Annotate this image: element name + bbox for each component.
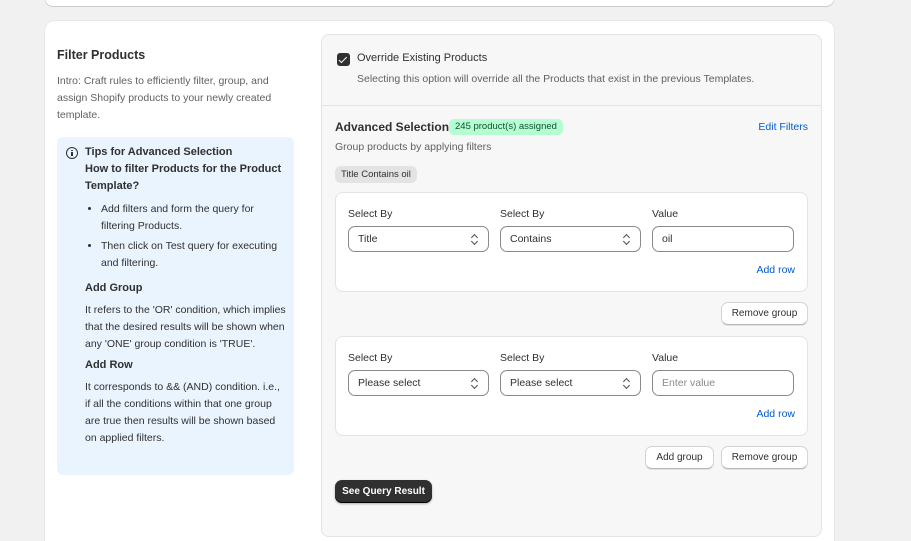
tips-list-item: Add filters and form the query for filte… (101, 201, 286, 235)
field-select[interactable]: Please select (348, 370, 489, 396)
advanced-selection-subtitle: Group products by applying filters (335, 141, 492, 153)
products-assigned-badge: 245 product(s) assigned (449, 119, 563, 135)
section-description: Filter Products Intro: Craft rules to ef… (57, 48, 297, 124)
tips-list-item: Then click on Test query for executing a… (101, 238, 286, 272)
filter-products-card: Filter Products Intro: Craft rules to ef… (45, 21, 834, 541)
selection-panel: Override Existing Products Selecting thi… (321, 34, 822, 537)
see-query-result-button[interactable]: See Query Result (335, 480, 432, 503)
override-section: Override Existing Products Selecting thi… (322, 35, 821, 106)
value-label: Value (652, 208, 679, 220)
field-select-value: Title (358, 233, 378, 245)
value-input[interactable]: Enter value (652, 370, 794, 396)
operator-select[interactable]: Contains (500, 226, 641, 252)
tips-banner: Tips for Advanced Selection How to filte… (57, 137, 294, 475)
remove-group-button[interactable]: Remove group (721, 446, 808, 469)
info-icon (66, 147, 78, 159)
filter-group-2: Select By Select By Value Please select … (335, 336, 808, 436)
add-group-heading: Add Group (85, 282, 143, 294)
select-by-label: Select By (500, 208, 545, 220)
operator-select-value: Please select (510, 377, 573, 389)
tips-subtitle: How to filter Products for the Product T… (85, 163, 282, 192)
add-group-button[interactable]: Add group (645, 446, 714, 469)
value-label: Value (652, 352, 679, 364)
remove-group-button[interactable]: Remove group (721, 302, 808, 325)
previous-card (45, 0, 834, 6)
tips-list: Add filters and form the query for filte… (101, 201, 286, 272)
filter-tag: Title Contains oil (335, 166, 417, 183)
select-chevron-icon (471, 234, 478, 245)
field-select[interactable]: Title (348, 226, 489, 252)
filter-group-1: Select By Select By Value Title Contains… (335, 192, 808, 292)
select-chevron-icon (623, 378, 630, 389)
edit-filters-link[interactable]: Edit Filters (758, 121, 808, 133)
add-row-link[interactable]: Add row (756, 408, 795, 420)
override-label[interactable]: Override Existing Products (357, 52, 487, 64)
operator-select-value: Contains (510, 233, 552, 245)
select-by-label: Select By (348, 352, 393, 364)
add-row-link[interactable]: Add row (756, 264, 795, 276)
section-title: Filter Products (57, 48, 146, 62)
add-group-text: It refers to the 'OR' condition, which i… (85, 304, 286, 350)
override-help-text: Selecting this option will override all … (357, 73, 755, 85)
tips-title: Tips for Advanced Selection (85, 146, 233, 158)
advanced-selection-title: Advanced Selection (335, 120, 450, 134)
select-chevron-icon (471, 378, 478, 389)
add-row-text: It corresponds to && (AND) condition. i.… (85, 381, 280, 444)
select-by-label: Select By (500, 352, 545, 364)
value-input[interactable]: oil (652, 226, 794, 252)
operator-select[interactable]: Please select (500, 370, 641, 396)
field-select-value: Please select (358, 377, 421, 389)
section-intro: Intro: Craft rules to efficiently filter… (57, 75, 272, 121)
override-checkbox[interactable] (337, 53, 350, 66)
add-row-heading: Add Row (85, 359, 133, 371)
select-chevron-icon (623, 234, 630, 245)
select-by-label: Select By (348, 208, 393, 220)
